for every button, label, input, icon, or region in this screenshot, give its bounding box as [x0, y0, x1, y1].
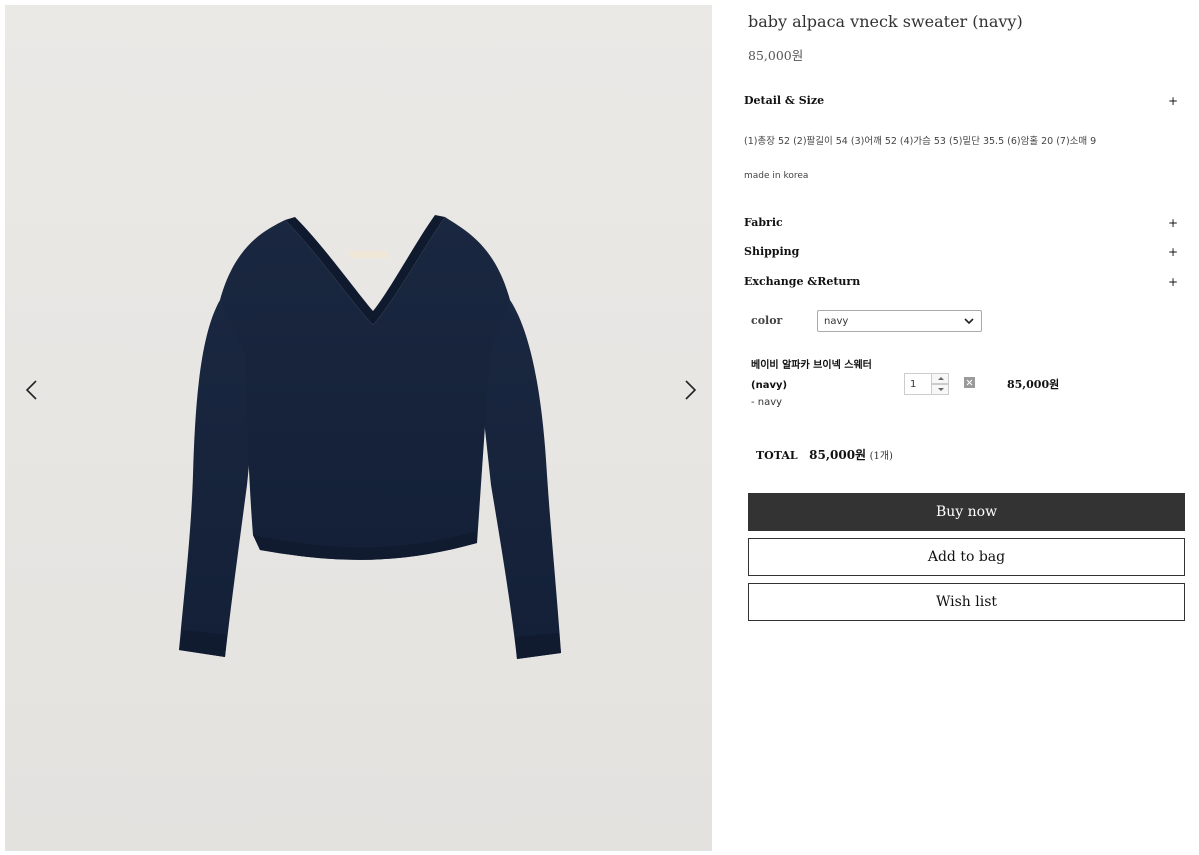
- size-measurements: (1)총장 52 (2)팔길이 54 (3)어깨 52 (4)가슴 53 (5)…: [744, 136, 1097, 147]
- chevron-down-icon: [964, 318, 974, 325]
- accordion-shipping-label: Shipping: [744, 245, 800, 258]
- order-total: TOTAL 85,000원 (1개): [756, 446, 893, 463]
- product-image-sweater: [179, 215, 561, 659]
- gallery-prev-button[interactable]: [17, 375, 47, 405]
- chevron-left-icon: [25, 380, 37, 400]
- accordion-detail-size-label: Detail & Size: [744, 94, 825, 107]
- color-select-value: navy: [824, 316, 849, 327]
- quantity-stepper: 1: [904, 373, 949, 395]
- product-price: 85,000원: [748, 48, 804, 63]
- accordion-fabric[interactable]: Fabric +: [744, 216, 1184, 236]
- gallery-next-button[interactable]: [675, 375, 705, 405]
- accordion-shipping[interactable]: Shipping +: [744, 245, 1184, 265]
- plus-icon: +: [1167, 275, 1178, 289]
- product-title: baby alpaca vneck sweater (navy): [748, 12, 1023, 31]
- quantity-decrease-button[interactable]: [931, 384, 949, 395]
- buy-now-button[interactable]: Buy now: [748, 493, 1185, 531]
- total-count: (1개): [869, 451, 893, 462]
- accordion-detail-size[interactable]: Detail & Size +: [744, 94, 1184, 114]
- add-to-bag-button[interactable]: Add to bag: [748, 538, 1185, 576]
- accordion-exchange-label: Exchange &Return: [744, 275, 861, 288]
- product-info-panel: baby alpaca vneck sweater (navy) 85,000원…: [744, 0, 1189, 855]
- quantity-increase-button[interactable]: [931, 373, 949, 384]
- chevron-right-icon: [685, 380, 697, 400]
- total-label: TOTAL: [756, 449, 798, 462]
- selected-item-price: 85,000원: [1007, 378, 1060, 391]
- plus-icon: +: [1167, 94, 1178, 108]
- product-gallery: [5, 5, 712, 851]
- plus-icon: +: [1167, 245, 1178, 259]
- plus-icon: +: [1167, 216, 1178, 230]
- wish-list-button[interactable]: Wish list: [748, 583, 1185, 621]
- accordion-exchange-return[interactable]: Exchange &Return +: [744, 275, 1184, 295]
- color-option-label: color: [751, 314, 783, 327]
- total-amount: 85,000원: [809, 448, 867, 462]
- selected-item-name: 베이비 알파카 브이넥 스웨터 (navy): [751, 360, 872, 391]
- color-select[interactable]: navy: [817, 310, 982, 332]
- quantity-input[interactable]: 1: [904, 373, 932, 395]
- accordion-fabric-label: Fabric: [744, 216, 783, 229]
- origin-text: made in korea: [744, 171, 809, 181]
- selected-item-option: - navy: [751, 397, 783, 408]
- remove-item-button[interactable]: [964, 377, 975, 388]
